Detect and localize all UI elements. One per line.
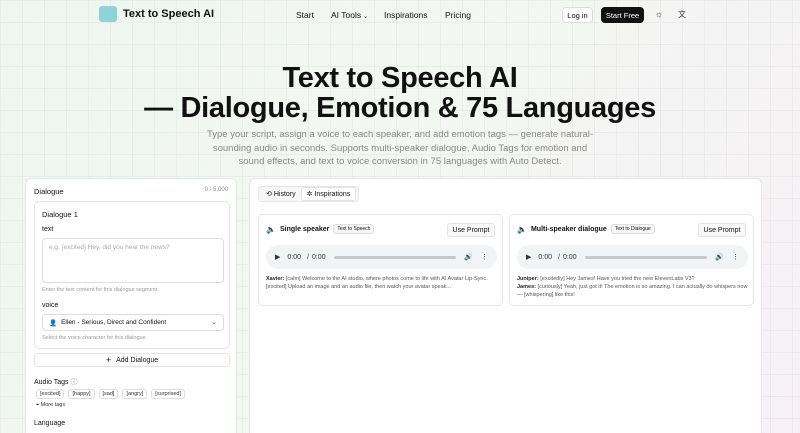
tag-sad[interactable]: [sad] bbox=[98, 389, 119, 399]
nav-link-ai-tools[interactable]: AI Tools ⌄ bbox=[331, 10, 368, 20]
audio-tags-label: Audio Tags ⓘ bbox=[34, 379, 78, 386]
nav-link-start[interactable]: Start bbox=[296, 10, 314, 20]
hero-title-line2: — Dialogue, Emotion & 75 Languages bbox=[144, 92, 656, 124]
transcript: Juniper: [excitedly] Hey James! Have you… bbox=[517, 276, 748, 298]
tag-happy[interactable]: [happy] bbox=[68, 389, 95, 399]
audio-duration: 0:00 bbox=[311, 253, 326, 261]
audio-player[interactable]: ▶ 0:00 / 0:00 🔊 ⋮ bbox=[517, 245, 748, 269]
top-nav: Text to Speech AI Start AI Tools ⌄ Inspir… bbox=[0, 0, 800, 30]
theme-sun-icon[interactable]: ☼ bbox=[655, 9, 663, 19]
login-button[interactable]: Log in bbox=[562, 7, 593, 23]
transcript: Xavier: [calm] Welcome to the AI studio,… bbox=[266, 276, 488, 290]
audio-tags: [excited] [happy] [sad] [angry] [surpris… bbox=[36, 389, 185, 399]
add-dialogue-button[interactable]: + Add Dialogue bbox=[34, 353, 230, 367]
speaker-icon: 🔈 bbox=[517, 224, 527, 234]
dialogue-text-input[interactable]: e.g. [excited] Hey, did you hear the new… bbox=[42, 238, 224, 283]
more-tags-button[interactable]: ⌖ More tags bbox=[36, 402, 65, 409]
play-icon[interactable]: ▶ bbox=[275, 253, 280, 261]
card-title: 🔈 Single speaker Text to Speech bbox=[266, 224, 375, 234]
add-dialogue-label: Add Dialogue bbox=[116, 356, 159, 364]
logo-icon bbox=[99, 6, 117, 22]
voice-label: voice bbox=[42, 302, 59, 309]
dialogue-card-title: Dialogue 1 bbox=[42, 210, 78, 219]
tag-icon: ⌖ bbox=[36, 402, 40, 408]
language-label: Language bbox=[34, 420, 66, 427]
audio-time: 0:00 bbox=[287, 253, 302, 261]
speaker-icon: 🔈 bbox=[266, 224, 276, 234]
card-badge: Text to Speech bbox=[333, 224, 375, 234]
text-hint: Enter the text content for this dialogue… bbox=[42, 287, 159, 293]
text-label: text bbox=[42, 226, 54, 233]
dialogue-card: Dialogue 1 text e.g. [excited] Hey, did … bbox=[34, 201, 230, 349]
tag-angry[interactable]: [angry] bbox=[122, 389, 148, 399]
use-prompt-button[interactable]: Use Prompt bbox=[447, 223, 495, 237]
panel-tabs: ⟲ History ✲ Inspirations bbox=[258, 186, 360, 202]
info-icon: ⓘ bbox=[70, 379, 78, 386]
hero-title-line1: Text to Speech AI bbox=[282, 62, 518, 94]
audio-player[interactable]: ▶ 0:00 / 0:00 🔊 ⋮ bbox=[266, 245, 497, 269]
language-icon[interactable]: 文 bbox=[678, 9, 686, 20]
use-prompt-button[interactable]: Use Prompt bbox=[698, 223, 746, 237]
volume-icon[interactable]: 🔊 bbox=[715, 253, 724, 261]
history-icon: ⟲ bbox=[266, 191, 272, 198]
start-free-button[interactable]: Start Free bbox=[601, 7, 644, 23]
card-title: 🔈 Multi-speaker dialogue Text to Dialogu… bbox=[517, 224, 655, 234]
nav-link-pricing[interactable]: Pricing bbox=[445, 10, 471, 20]
audio-duration: 0:00 bbox=[562, 253, 577, 261]
nav-link-inspirations[interactable]: Inspirations bbox=[384, 10, 427, 20]
voice-select[interactable]: 👤 Ellen - Serious, Direct and Confident … bbox=[42, 314, 224, 331]
voice-value: Ellen - Serious, Direct and Confident bbox=[61, 319, 167, 326]
tag-surprised[interactable]: [surprised] bbox=[151, 389, 185, 399]
play-icon[interactable]: ▶ bbox=[526, 253, 531, 261]
hero-subtitle: Type your script, assign a voice to each… bbox=[206, 129, 594, 167]
tab-history[interactable]: ⟲ History bbox=[261, 188, 301, 200]
inspiration-card-single: 🔈 Single speaker Text to Speech Use Prom… bbox=[258, 214, 503, 306]
dialogue-label: Dialogue bbox=[34, 187, 64, 196]
logo[interactable]: Text to Speech AI bbox=[99, 6, 214, 22]
sparkle-icon: ✲ bbox=[306, 191, 313, 198]
chevron-down-icon: ⌄ bbox=[363, 14, 369, 20]
tag-excited[interactable]: [excited] bbox=[36, 389, 65, 399]
more-vertical-icon[interactable]: ⋮ bbox=[732, 253, 739, 261]
audio-time: 0:00 bbox=[538, 253, 553, 261]
more-vertical-icon[interactable]: ⋮ bbox=[481, 253, 488, 261]
output-panel: ⟲ History ✲ Inspirations 🔈 Single speake… bbox=[249, 178, 762, 433]
logo-text: Text to Speech AI bbox=[123, 8, 215, 20]
inspiration-card-multi: 🔈 Multi-speaker dialogue Text to Dialogu… bbox=[509, 214, 754, 306]
tab-inspirations[interactable]: ✲ Inspirations bbox=[300, 187, 357, 201]
audio-progress[interactable] bbox=[333, 255, 457, 259]
voice-hint: Select the voice character for this dial… bbox=[42, 335, 148, 341]
char-count: 0 / 5,000 bbox=[204, 187, 228, 193]
plus-icon: + bbox=[105, 355, 112, 365]
person-icon: 👤 bbox=[49, 319, 58, 327]
volume-icon[interactable]: 🔊 bbox=[464, 253, 473, 261]
dialogue-editor: Dialogue 0 / 5,000 Dialogue 1 text e.g. … bbox=[25, 178, 237, 433]
chevron-down-icon: ⌄ bbox=[211, 319, 217, 326]
card-badge: Text to Dialogue bbox=[610, 224, 655, 234]
audio-progress[interactable] bbox=[584, 255, 708, 259]
